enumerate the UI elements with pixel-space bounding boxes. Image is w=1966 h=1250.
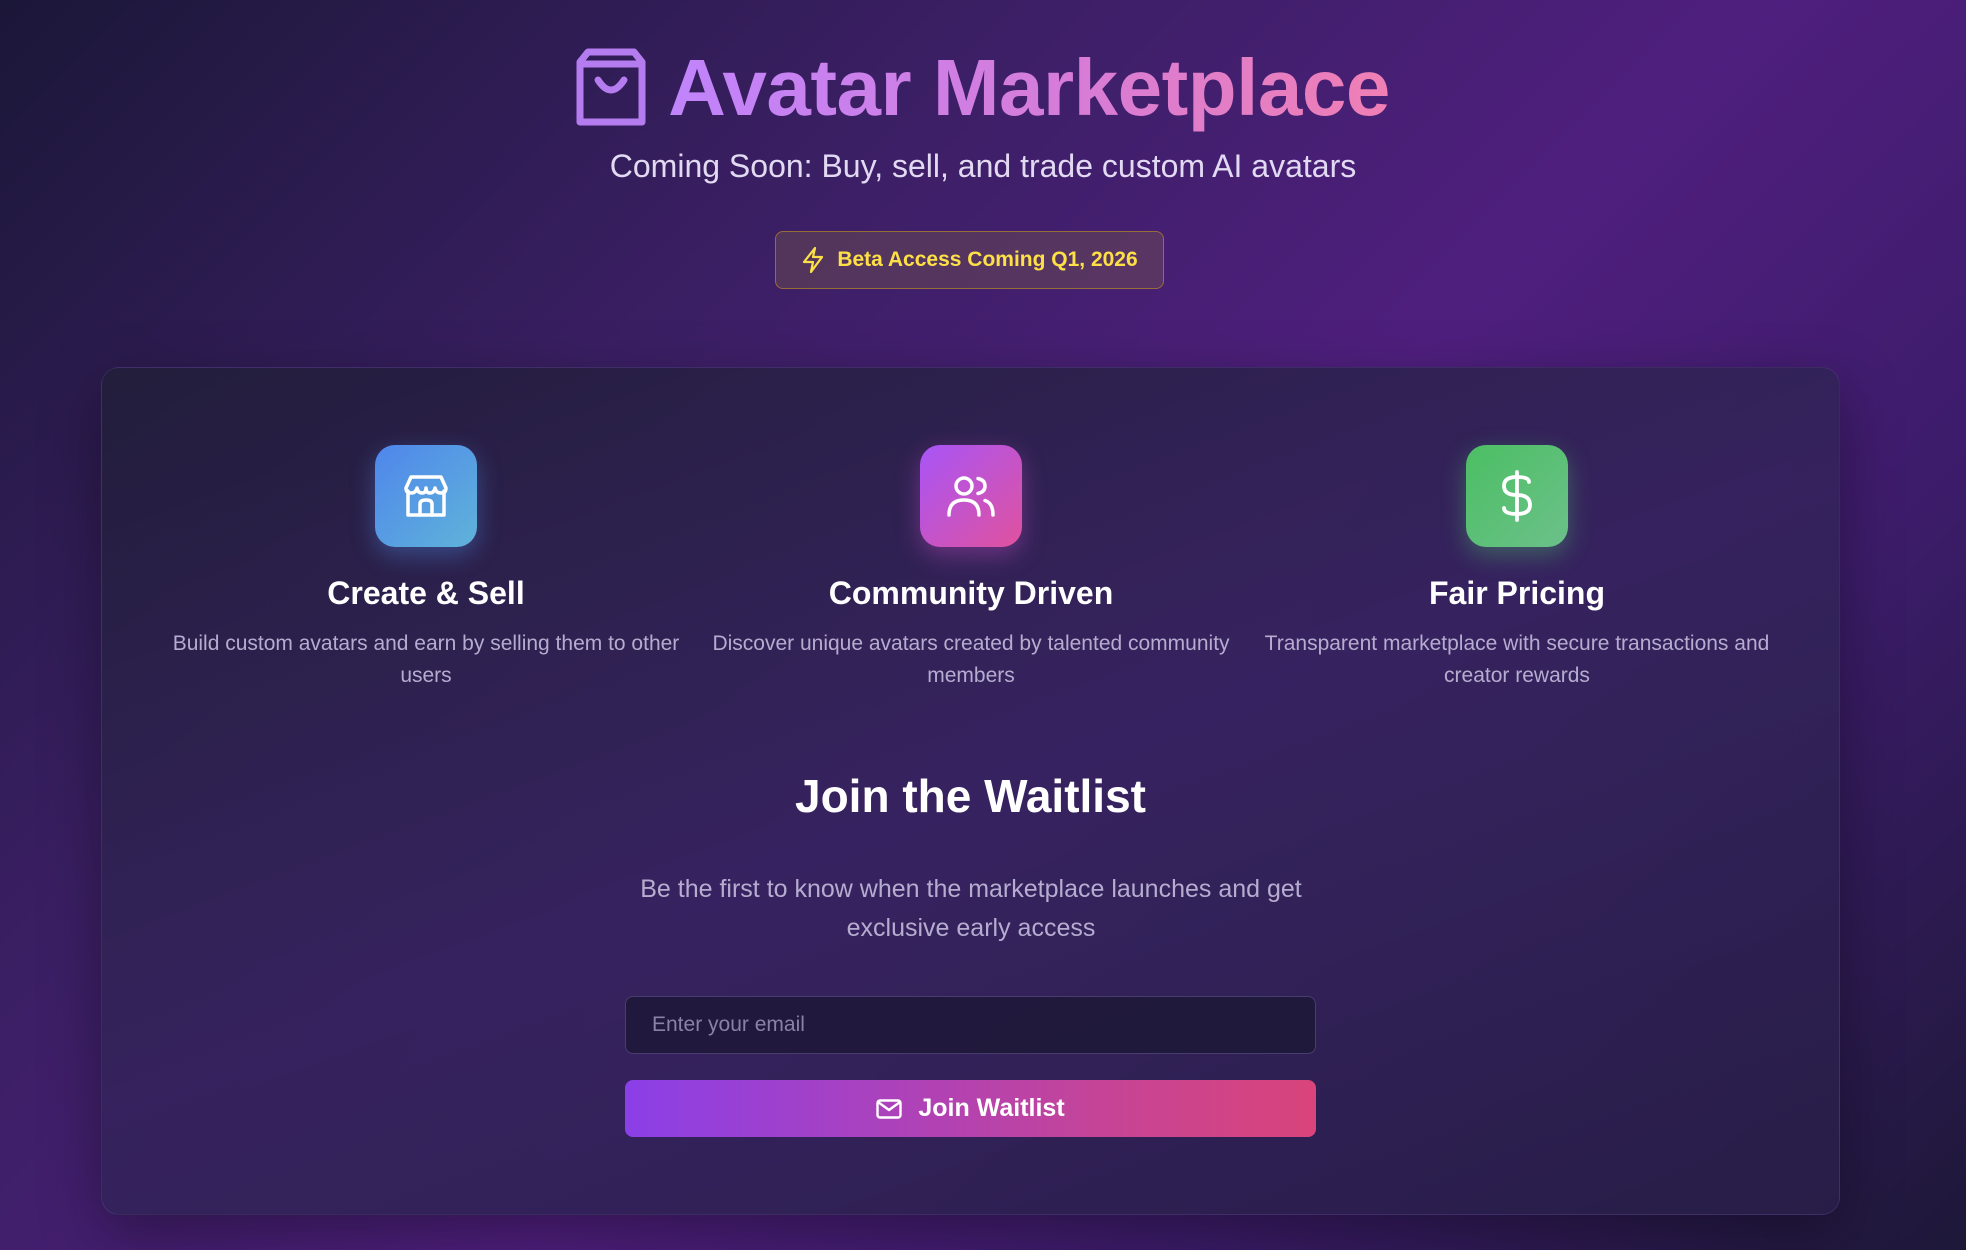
store-icon — [404, 475, 448, 517]
feature-title: Fair Pricing — [1428, 575, 1606, 611]
feature-description: Transparent marketplace with secure tran… — [1264, 632, 1770, 687]
page-title: Avatar Marketplace — [668, 38, 1390, 138]
feature-description: Discover unique avatars created by talen… — [712, 632, 1230, 687]
waitlist-title: Join the Waitlist — [795, 770, 1146, 822]
feature-title: Community Driven — [828, 575, 1114, 611]
feature-title: Create & Sell — [327, 575, 525, 611]
feature-fair-pricing: Fair Pricing Transparent marketplace wit… — [1257, 445, 1777, 692]
shopping-bag-icon — [576, 48, 646, 126]
feature-description: Build custom avatars and earn by selling… — [172, 632, 680, 687]
page-subtitle: Coming Soon: Buy, sell, and trade custom… — [609, 148, 1357, 184]
title-row: Avatar Marketplace — [0, 38, 1966, 138]
join-waitlist-button[interactable]: Join Waitlist — [625, 1080, 1316, 1137]
feature-icon-tile — [1466, 445, 1568, 547]
features-card: Create & Sell Build custom avatars and e… — [101, 367, 1840, 1215]
lightning-icon — [803, 247, 824, 273]
users-icon — [947, 476, 995, 517]
feature-community-driven: Community Driven Discover unique avatars… — [711, 445, 1231, 692]
mail-icon — [876, 1098, 903, 1119]
dollar-icon — [1502, 470, 1532, 522]
feature-create-sell: Create & Sell Build custom avatars and e… — [166, 445, 686, 692]
email-field[interactable] — [625, 996, 1316, 1054]
beta-badge: Beta Access Coming Q1, 2026 — [775, 231, 1164, 289]
beta-badge-label: Beta Access Coming Q1, 2026 — [837, 248, 1138, 271]
waitlist-description: Be the first to know when the marketplac… — [640, 875, 1302, 942]
feature-icon-tile — [920, 445, 1022, 547]
feature-icon-tile — [375, 445, 477, 547]
join-waitlist-label: Join Waitlist — [918, 1094, 1065, 1122]
